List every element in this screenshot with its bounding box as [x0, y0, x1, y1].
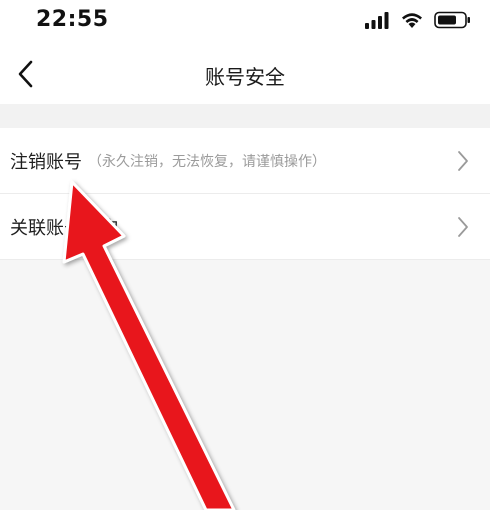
- list-item-linked-accounts[interactable]: 关联账号查询: [0, 194, 490, 260]
- status-icons: [364, 9, 472, 31]
- chevron-right-icon: [458, 216, 468, 237]
- list-item-deactivate-account[interactable]: 注销账号 （永久注销，无法恢复，请谨慎操作）: [0, 128, 490, 194]
- settings-list: 注销账号 （永久注销，无法恢复，请谨慎操作） 关联账号查询: [0, 128, 490, 260]
- status-time: 22:55: [36, 7, 109, 32]
- signal-icon: [365, 12, 389, 29]
- list-item-label: 关联账号查询: [10, 217, 118, 239]
- status-bar: 22:55: [0, 0, 490, 44]
- battery-icon: [434, 11, 470, 29]
- nav-bar: 账号安全: [0, 44, 490, 104]
- list-item-label: 注销账号: [10, 151, 82, 173]
- list-item-hint: （永久注销，无法恢复，请谨慎操作）: [88, 153, 326, 170]
- wifi-icon: [402, 13, 422, 28]
- section-spacer: [0, 104, 490, 128]
- chevron-right-icon: [458, 150, 468, 171]
- empty-content-area: [0, 262, 490, 510]
- page-title: 账号安全: [205, 65, 285, 89]
